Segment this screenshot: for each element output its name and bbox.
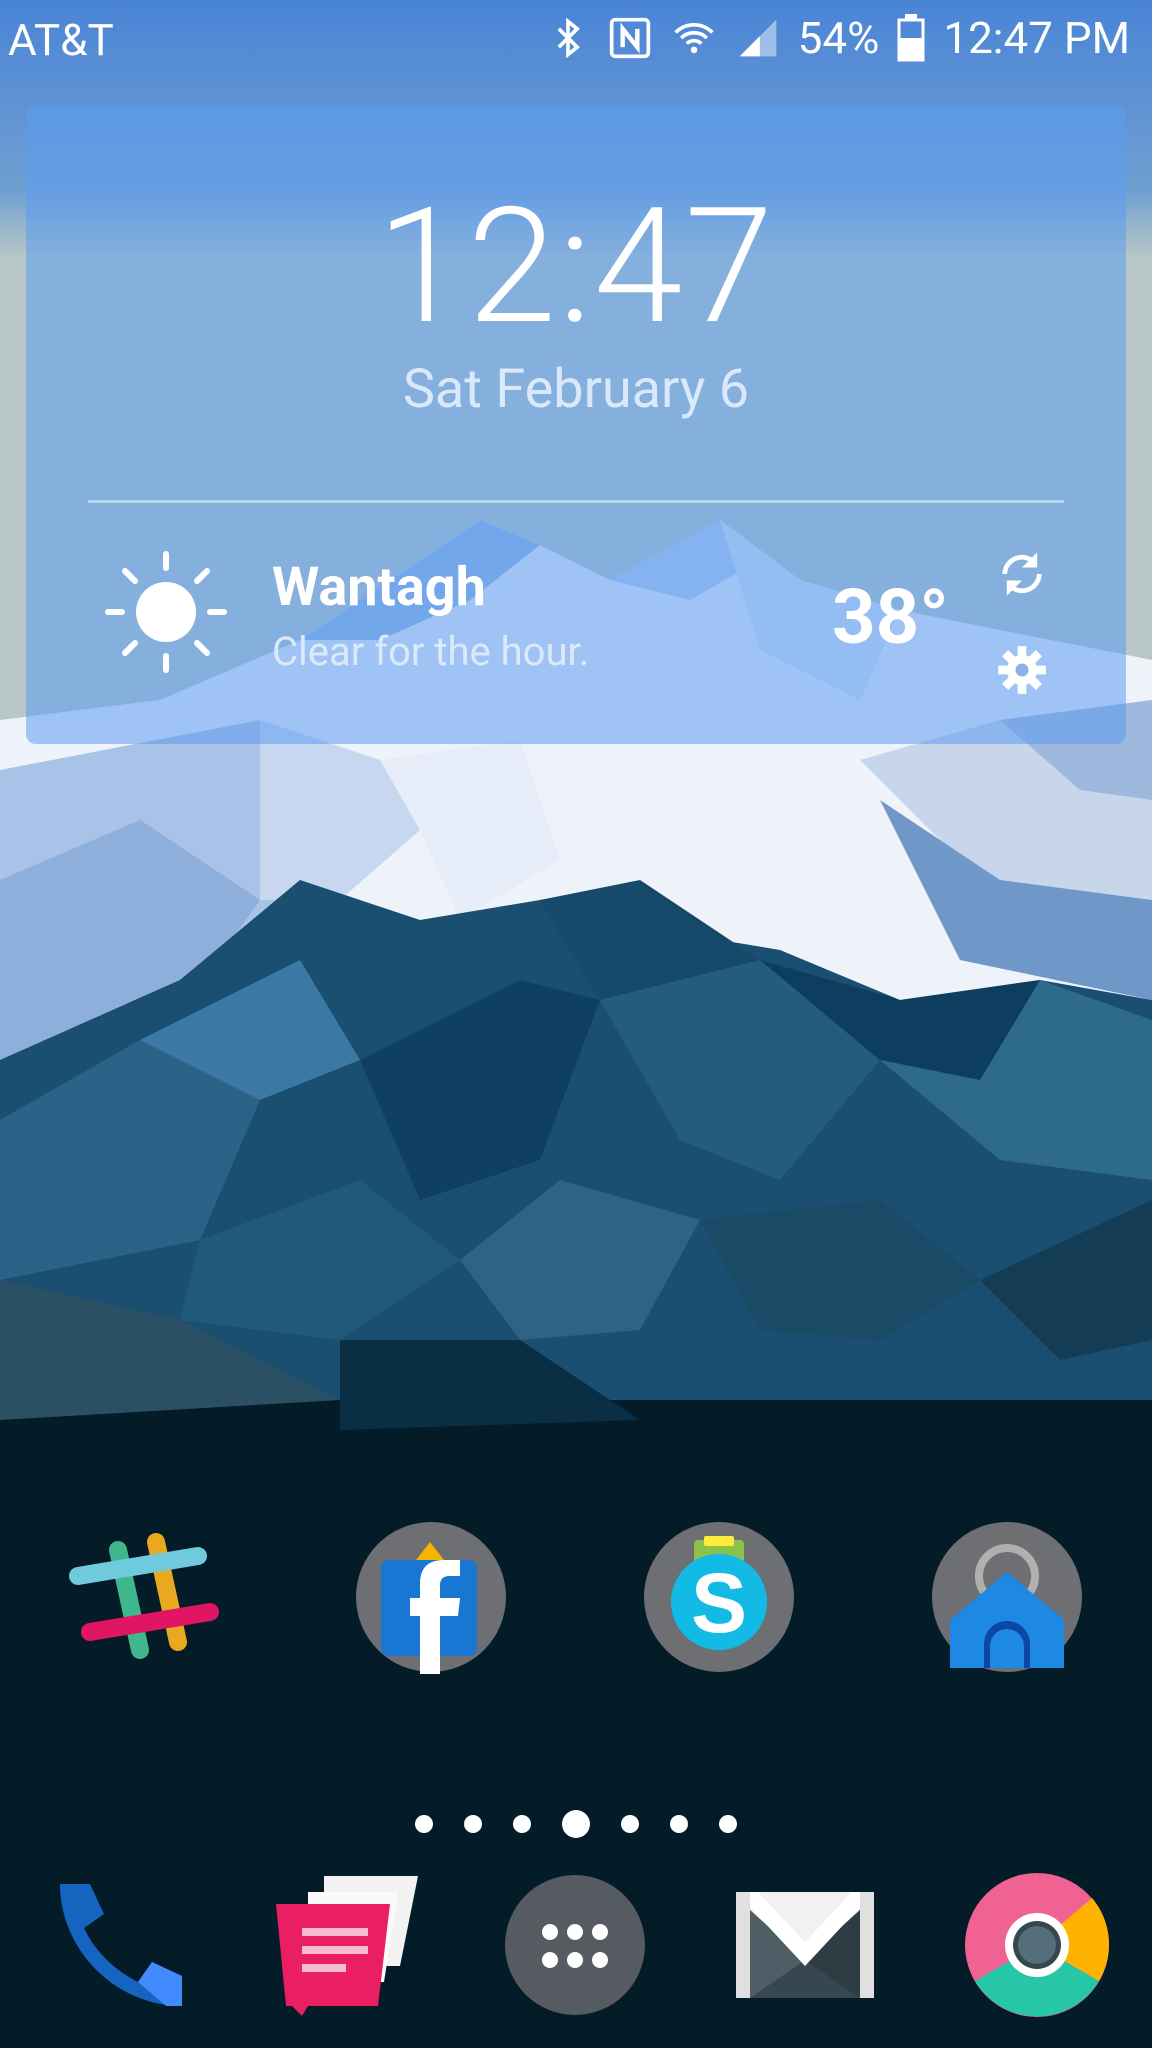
page-indicator[interactable] — [0, 1810, 1152, 1838]
refresh-icon[interactable] — [996, 548, 1048, 600]
page-dot[interactable] — [670, 1815, 688, 1833]
battery-percent: 54% — [797, 12, 880, 64]
page-dot[interactable] — [513, 1815, 531, 1833]
page-dot-active[interactable] — [562, 1810, 590, 1838]
carrier-label: AT&T — [8, 14, 114, 66]
phone-icon[interactable] — [46, 1870, 196, 2020]
clock-time[interactable]: 12:47 — [0, 174, 1152, 361]
page-dot[interactable] — [621, 1815, 639, 1833]
weather-temperature: 38° — [832, 572, 949, 662]
slack-icon[interactable] — [68, 1520, 222, 1674]
sun-icon — [105, 551, 227, 673]
status-bar: AT&T 54% 12:47 PM — [0, 0, 1152, 86]
clock-date[interactable]: Sat February 6 — [0, 358, 1152, 421]
gmail-icon[interactable] — [730, 1870, 880, 2020]
page-dot[interactable] — [464, 1815, 482, 1833]
nfc-icon — [609, 17, 650, 59]
page-dot[interactable] — [719, 1815, 737, 1833]
facebook-icon[interactable] — [354, 1520, 508, 1674]
page-dot[interactable] — [415, 1815, 433, 1833]
status-time: 12:47 PM — [943, 12, 1130, 64]
cell-signal-icon — [739, 19, 776, 57]
widget-divider — [88, 500, 1064, 503]
skype-icon[interactable]: S — [642, 1520, 796, 1674]
settings-gear-icon[interactable] — [996, 644, 1048, 696]
svg-text:S: S — [691, 1556, 747, 1650]
battery-icon — [897, 14, 925, 62]
wifi-icon — [674, 22, 714, 54]
app-drawer-icon[interactable] — [500, 1870, 650, 2020]
weather-summary: Clear for the hour. — [272, 628, 590, 675]
messages-icon[interactable] — [272, 1870, 422, 2020]
bluetooth-icon — [557, 17, 580, 59]
chrome-icon[interactable] — [962, 1870, 1112, 2020]
home-icon[interactable] — [930, 1520, 1084, 1674]
status-icons: 54% 12:47 PM — [546, 12, 1130, 64]
weather-location: Wantagh — [272, 556, 486, 619]
